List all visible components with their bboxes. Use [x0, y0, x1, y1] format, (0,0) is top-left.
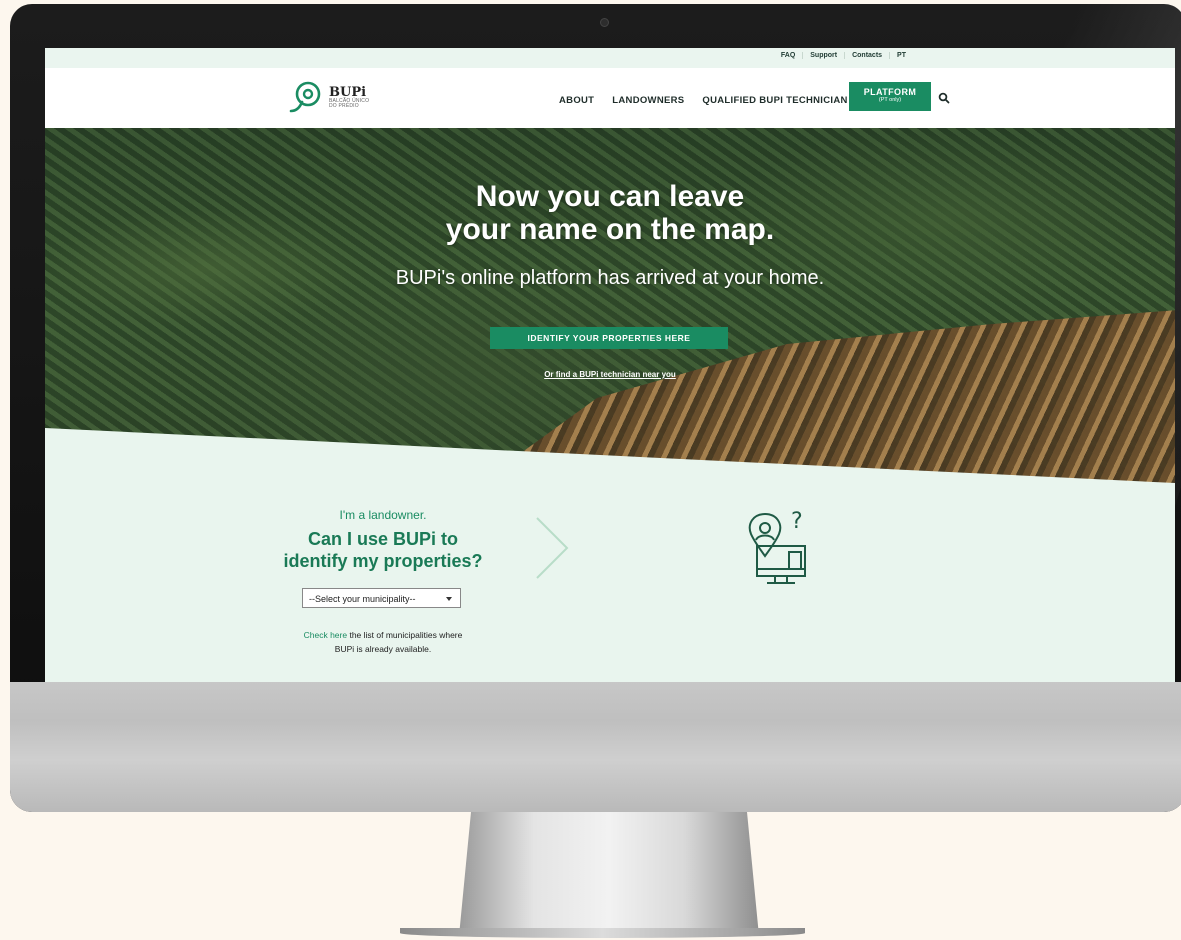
chevron-right-icon[interactable] [533, 516, 571, 580]
hero-title-line2: your name on the map. [445, 213, 775, 246]
municipality-select-value: --Select your municipality-- [309, 594, 416, 604]
logo-subtitle-2: DO PRÉDIO [329, 102, 359, 109]
support-link[interactable]: Support [803, 52, 846, 59]
check-text: the list of municipalities where [347, 630, 463, 640]
nav-menu: ABOUT LANDOWNERS QUALIFIED BUPI TECHNICI… [559, 95, 848, 106]
question-line2: identify my properties? [283, 551, 483, 571]
identify-properties-button[interactable]: IDENTIFY YOUR PROPERTIES HERE [490, 327, 728, 349]
search-icon[interactable] [938, 92, 950, 104]
logo-pin-icon [289, 81, 321, 113]
hero-title-line1: Now you can leave [475, 180, 745, 213]
imac-stand [459, 812, 759, 936]
landowner-question: Can I use BUPi to identify my properties… [273, 528, 493, 572]
nav-item-technician[interactable]: QUALIFIED BUPI TECHNICIAN [702, 95, 847, 106]
svg-text:?: ? [791, 509, 803, 534]
imac-frame: FAQ Support Contacts PT BUPi BALCÃO ÚNIC… [10, 4, 1181, 812]
logo-name: BUPi [329, 84, 367, 100]
question-line1: Can I use BUPi to [307, 529, 459, 549]
logo-text: BUPi BALCÃO ÚNICO DO PRÉDIO [329, 86, 369, 109]
browser-viewport: FAQ Support Contacts PT BUPi BALCÃO ÚNIC… [45, 48, 1175, 682]
language-pt-link[interactable]: PT [890, 52, 913, 59]
caret-down-icon [446, 597, 452, 601]
platform-button[interactable]: PLATFORM (PT only) [849, 82, 931, 111]
municipalities-note: Check here the list of municipalities wh… [283, 628, 483, 656]
nav-item-about[interactable]: ABOUT [559, 95, 594, 106]
landowner-intro: I'm a landowner. [339, 508, 427, 522]
platform-sublabel: (PT only) [878, 97, 902, 103]
nav-item-landowners[interactable]: LANDOWNERS [612, 95, 684, 106]
bupi-logo[interactable]: BUPi BALCÃO ÚNICO DO PRÉDIO [287, 80, 369, 114]
hero-subtitle: BUPi's online platform has arrived at yo… [395, 267, 825, 289]
check-here-link[interactable]: Check here [304, 630, 347, 640]
utility-bar: FAQ Support Contacts PT [45, 48, 1175, 68]
imac-stand-base [400, 928, 805, 938]
main-nav: BUPi BALCÃO ÚNICO DO PRÉDIO ABOUT LANDOW… [45, 68, 1175, 128]
municipality-select[interactable]: --Select your municipality-- [302, 588, 461, 608]
user-pin-monitor-icon: ? [748, 509, 806, 584]
imac-chin [10, 682, 1181, 812]
utility-links: FAQ Support Contacts PT [774, 52, 913, 59]
platform-label: PLATFORM [863, 87, 917, 97]
check-text-2: BUPi is already available. [334, 644, 432, 654]
camera-dot [600, 18, 609, 27]
hero-title: Now you can leave your name on the map. [45, 180, 1175, 246]
find-technician-link[interactable]: Or find a BUPi technician near you [45, 370, 1175, 379]
faq-link[interactable]: FAQ [774, 52, 804, 59]
contacts-link[interactable]: Contacts [845, 52, 891, 59]
